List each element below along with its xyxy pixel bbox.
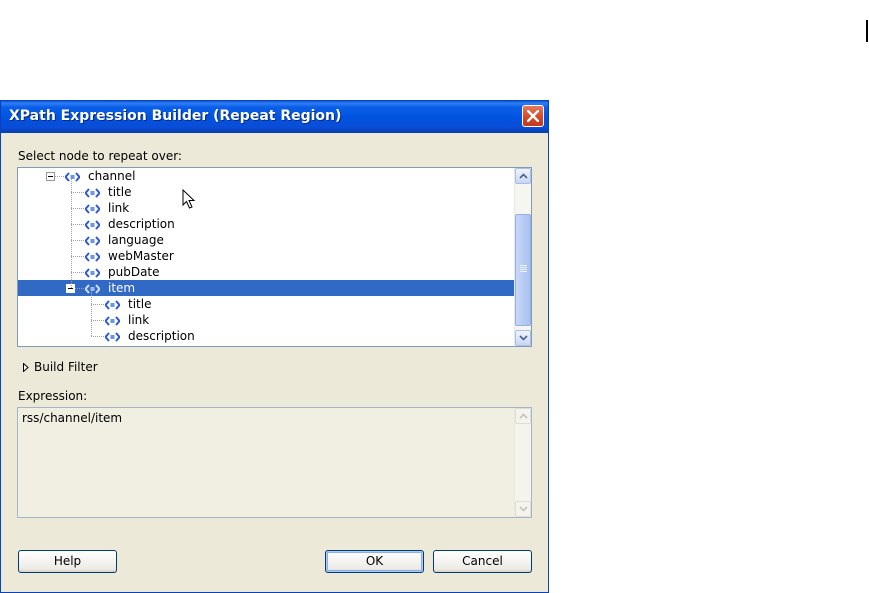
scroll-down-button[interactable]: [515, 330, 531, 346]
expression-field[interactable]: rss/channel/item: [17, 407, 532, 518]
xml-node-icon: [84, 235, 101, 249]
xml-node-icon: [104, 315, 121, 329]
tree-node-label: language: [108, 233, 164, 247]
xml-node-icon: [84, 283, 101, 297]
tree-node-description[interactable]: description: [18, 216, 515, 232]
cancel-button[interactable]: Cancel: [433, 550, 532, 573]
expression-value: rss/channel/item: [22, 411, 123, 425]
tree-node-label: channel: [88, 169, 136, 183]
expression-scroll-down-button[interactable]: [515, 501, 531, 517]
tree-node-label: webMaster: [108, 249, 174, 263]
close-icon: [527, 110, 539, 122]
collapse-icon[interactable]: [46, 172, 55, 181]
tree-node-label: link: [108, 201, 130, 215]
tree-node-label: title: [108, 185, 132, 199]
mouse-cursor-icon: [182, 189, 196, 209]
title-bar[interactable]: XPath Expression Builder (Repeat Region): [1, 101, 548, 133]
tree-node-pubdate[interactable]: pubDate: [18, 264, 515, 280]
node-tree[interactable]: channel title link description language webMa…: [17, 167, 532, 347]
tree-node-label: pubDate: [108, 265, 160, 279]
chevron-down-icon: [519, 506, 528, 512]
scroll-thumb[interactable]: [515, 214, 531, 326]
xml-node-icon: [64, 171, 81, 185]
ok-button[interactable]: OK: [325, 550, 424, 573]
help-button[interactable]: Help: [18, 550, 117, 573]
tree-node-link[interactable]: link: [18, 200, 515, 216]
xml-node-icon: [84, 267, 101, 281]
chevron-up-icon: [519, 173, 528, 179]
chevron-down-icon: [519, 335, 528, 341]
chevron-up-icon: [519, 413, 528, 419]
xml-node-icon: [104, 331, 121, 345]
tree-node-channel[interactable]: channel: [18, 168, 515, 184]
build-filter-toggle[interactable]: Build Filter: [22, 360, 142, 376]
expression-scroll-up-button[interactable]: [515, 408, 531, 424]
scroll-up-button[interactable]: [515, 168, 531, 184]
tree-node-label: title: [128, 297, 152, 311]
edge-rule: [866, 20, 868, 42]
build-filter-label: Build Filter: [34, 360, 98, 374]
tree-node-link[interactable]: link: [18, 312, 515, 328]
tree-node-title[interactable]: title: [18, 296, 515, 312]
tree-node-item[interactable]: item: [18, 280, 515, 296]
tree-node-label: description: [108, 217, 175, 231]
tree-node-description[interactable]: description: [18, 328, 515, 344]
xpath-dialog: XPath Expression Builder (Repeat Region)…: [0, 100, 549, 593]
close-button[interactable]: [522, 105, 544, 127]
triangle-right-icon: [23, 363, 29, 372]
select-node-label: Select node to repeat over:: [18, 149, 182, 163]
tree-scrollbar[interactable]: [514, 168, 531, 346]
tree-node-title[interactable]: title: [18, 184, 515, 200]
tree-node-webmaster[interactable]: webMaster: [18, 248, 515, 264]
tree-node-label: item: [108, 281, 136, 295]
xml-node-icon: [84, 251, 101, 265]
xml-node-icon: [84, 203, 101, 217]
expression-label: Expression:: [18, 389, 88, 403]
xml-node-icon: [104, 299, 121, 313]
xml-node-icon: [84, 219, 101, 233]
tree-node-label: description: [128, 329, 195, 343]
dialog-title: XPath Expression Builder (Repeat Region): [9, 108, 342, 124]
expression-scrollbar[interactable]: [514, 408, 531, 517]
tree-node-language[interactable]: language: [18, 232, 515, 248]
tree-node-label: link: [128, 313, 150, 327]
xml-node-icon: [84, 187, 101, 201]
